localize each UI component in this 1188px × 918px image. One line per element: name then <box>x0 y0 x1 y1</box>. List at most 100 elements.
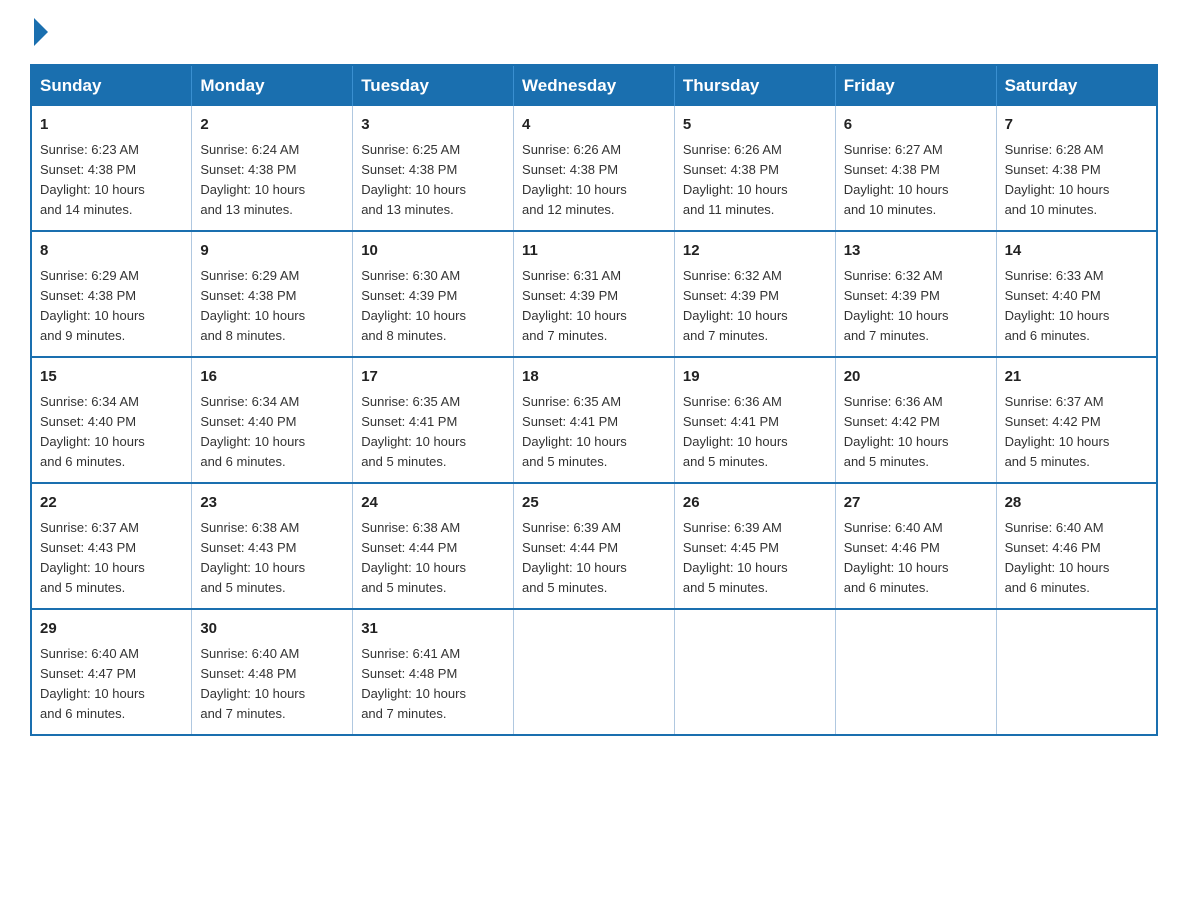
calendar-body: 1 Sunrise: 6:23 AMSunset: 4:38 PMDayligh… <box>31 106 1157 735</box>
day-number: 16 <box>200 366 344 389</box>
day-info: Sunrise: 6:23 AMSunset: 4:38 PMDaylight:… <box>40 142 145 217</box>
day-info: Sunrise: 6:38 AMSunset: 4:44 PMDaylight:… <box>361 520 466 595</box>
day-header-friday: Friday <box>835 65 996 106</box>
calendar-cell: 19 Sunrise: 6:36 AMSunset: 4:41 PMDaylig… <box>674 357 835 483</box>
calendar-cell: 23 Sunrise: 6:38 AMSunset: 4:43 PMDaylig… <box>192 483 353 609</box>
day-header-thursday: Thursday <box>674 65 835 106</box>
day-info: Sunrise: 6:30 AMSunset: 4:39 PMDaylight:… <box>361 268 466 343</box>
day-number: 13 <box>844 240 988 263</box>
day-number: 29 <box>40 618 183 641</box>
day-number: 10 <box>361 240 505 263</box>
day-info: Sunrise: 6:39 AMSunset: 4:44 PMDaylight:… <box>522 520 627 595</box>
calendar-cell <box>674 609 835 735</box>
day-info: Sunrise: 6:34 AMSunset: 4:40 PMDaylight:… <box>200 394 305 469</box>
day-info: Sunrise: 6:36 AMSunset: 4:42 PMDaylight:… <box>844 394 949 469</box>
calendar-cell: 5 Sunrise: 6:26 AMSunset: 4:38 PMDayligh… <box>674 106 835 231</box>
calendar-cell: 27 Sunrise: 6:40 AMSunset: 4:46 PMDaylig… <box>835 483 996 609</box>
calendar-cell: 10 Sunrise: 6:30 AMSunset: 4:39 PMDaylig… <box>353 231 514 357</box>
calendar-cell: 11 Sunrise: 6:31 AMSunset: 4:39 PMDaylig… <box>514 231 675 357</box>
calendar-cell <box>835 609 996 735</box>
day-info: Sunrise: 6:29 AMSunset: 4:38 PMDaylight:… <box>200 268 305 343</box>
day-number: 27 <box>844 492 988 515</box>
page-header <box>30 20 1158 46</box>
day-number: 11 <box>522 240 666 263</box>
day-number: 6 <box>844 114 988 137</box>
day-number: 26 <box>683 492 827 515</box>
calendar-table: SundayMondayTuesdayWednesdayThursdayFrid… <box>30 64 1158 736</box>
day-number: 14 <box>1005 240 1148 263</box>
calendar-cell: 4 Sunrise: 6:26 AMSunset: 4:38 PMDayligh… <box>514 106 675 231</box>
day-number: 4 <box>522 114 666 137</box>
day-info: Sunrise: 6:34 AMSunset: 4:40 PMDaylight:… <box>40 394 145 469</box>
day-number: 23 <box>200 492 344 515</box>
day-header-tuesday: Tuesday <box>353 65 514 106</box>
calendar-cell: 21 Sunrise: 6:37 AMSunset: 4:42 PMDaylig… <box>996 357 1157 483</box>
calendar-header: SundayMondayTuesdayWednesdayThursdayFrid… <box>31 65 1157 106</box>
calendar-cell: 12 Sunrise: 6:32 AMSunset: 4:39 PMDaylig… <box>674 231 835 357</box>
day-info: Sunrise: 6:29 AMSunset: 4:38 PMDaylight:… <box>40 268 145 343</box>
day-info: Sunrise: 6:32 AMSunset: 4:39 PMDaylight:… <box>683 268 788 343</box>
calendar-cell: 24 Sunrise: 6:38 AMSunset: 4:44 PMDaylig… <box>353 483 514 609</box>
day-info: Sunrise: 6:28 AMSunset: 4:38 PMDaylight:… <box>1005 142 1110 217</box>
day-number: 19 <box>683 366 827 389</box>
logo-triangle-icon <box>34 18 48 46</box>
day-info: Sunrise: 6:41 AMSunset: 4:48 PMDaylight:… <box>361 646 466 721</box>
day-info: Sunrise: 6:31 AMSunset: 4:39 PMDaylight:… <box>522 268 627 343</box>
day-info: Sunrise: 6:24 AMSunset: 4:38 PMDaylight:… <box>200 142 305 217</box>
day-number: 22 <box>40 492 183 515</box>
calendar-cell: 17 Sunrise: 6:35 AMSunset: 4:41 PMDaylig… <box>353 357 514 483</box>
day-header-wednesday: Wednesday <box>514 65 675 106</box>
calendar-cell: 13 Sunrise: 6:32 AMSunset: 4:39 PMDaylig… <box>835 231 996 357</box>
calendar-cell: 3 Sunrise: 6:25 AMSunset: 4:38 PMDayligh… <box>353 106 514 231</box>
calendar-cell: 28 Sunrise: 6:40 AMSunset: 4:46 PMDaylig… <box>996 483 1157 609</box>
day-info: Sunrise: 6:33 AMSunset: 4:40 PMDaylight:… <box>1005 268 1110 343</box>
calendar-cell: 29 Sunrise: 6:40 AMSunset: 4:47 PMDaylig… <box>31 609 192 735</box>
calendar-cell: 31 Sunrise: 6:41 AMSunset: 4:48 PMDaylig… <box>353 609 514 735</box>
day-info: Sunrise: 6:32 AMSunset: 4:39 PMDaylight:… <box>844 268 949 343</box>
calendar-cell <box>514 609 675 735</box>
day-info: Sunrise: 6:40 AMSunset: 4:47 PMDaylight:… <box>40 646 145 721</box>
calendar-cell: 14 Sunrise: 6:33 AMSunset: 4:40 PMDaylig… <box>996 231 1157 357</box>
calendar-cell <box>996 609 1157 735</box>
day-number: 30 <box>200 618 344 641</box>
logo-top <box>30 20 48 46</box>
day-number: 21 <box>1005 366 1148 389</box>
day-number: 15 <box>40 366 183 389</box>
day-info: Sunrise: 6:40 AMSunset: 4:46 PMDaylight:… <box>1005 520 1110 595</box>
day-number: 9 <box>200 240 344 263</box>
day-info: Sunrise: 6:40 AMSunset: 4:46 PMDaylight:… <box>844 520 949 595</box>
logo <box>30 20 48 46</box>
day-number: 31 <box>361 618 505 641</box>
day-number: 25 <box>522 492 666 515</box>
day-number: 24 <box>361 492 505 515</box>
day-number: 7 <box>1005 114 1148 137</box>
day-header-saturday: Saturday <box>996 65 1157 106</box>
calendar-cell: 20 Sunrise: 6:36 AMSunset: 4:42 PMDaylig… <box>835 357 996 483</box>
day-header-sunday: Sunday <box>31 65 192 106</box>
calendar-cell: 25 Sunrise: 6:39 AMSunset: 4:44 PMDaylig… <box>514 483 675 609</box>
calendar-week-4: 22 Sunrise: 6:37 AMSunset: 4:43 PMDaylig… <box>31 483 1157 609</box>
calendar-cell: 9 Sunrise: 6:29 AMSunset: 4:38 PMDayligh… <box>192 231 353 357</box>
day-info: Sunrise: 6:35 AMSunset: 4:41 PMDaylight:… <box>522 394 627 469</box>
day-number: 28 <box>1005 492 1148 515</box>
day-info: Sunrise: 6:38 AMSunset: 4:43 PMDaylight:… <box>200 520 305 595</box>
day-number: 1 <box>40 114 183 137</box>
calendar-cell: 16 Sunrise: 6:34 AMSunset: 4:40 PMDaylig… <box>192 357 353 483</box>
day-info: Sunrise: 6:36 AMSunset: 4:41 PMDaylight:… <box>683 394 788 469</box>
day-info: Sunrise: 6:37 AMSunset: 4:42 PMDaylight:… <box>1005 394 1110 469</box>
day-header-row: SundayMondayTuesdayWednesdayThursdayFrid… <box>31 65 1157 106</box>
calendar-cell: 8 Sunrise: 6:29 AMSunset: 4:38 PMDayligh… <box>31 231 192 357</box>
day-number: 12 <box>683 240 827 263</box>
calendar-cell: 1 Sunrise: 6:23 AMSunset: 4:38 PMDayligh… <box>31 106 192 231</box>
calendar-cell: 15 Sunrise: 6:34 AMSunset: 4:40 PMDaylig… <box>31 357 192 483</box>
day-info: Sunrise: 6:37 AMSunset: 4:43 PMDaylight:… <box>40 520 145 595</box>
day-info: Sunrise: 6:26 AMSunset: 4:38 PMDaylight:… <box>683 142 788 217</box>
calendar-cell: 22 Sunrise: 6:37 AMSunset: 4:43 PMDaylig… <box>31 483 192 609</box>
day-info: Sunrise: 6:27 AMSunset: 4:38 PMDaylight:… <box>844 142 949 217</box>
calendar-week-5: 29 Sunrise: 6:40 AMSunset: 4:47 PMDaylig… <box>31 609 1157 735</box>
calendar-week-3: 15 Sunrise: 6:34 AMSunset: 4:40 PMDaylig… <box>31 357 1157 483</box>
calendar-cell: 7 Sunrise: 6:28 AMSunset: 4:38 PMDayligh… <box>996 106 1157 231</box>
calendar-week-2: 8 Sunrise: 6:29 AMSunset: 4:38 PMDayligh… <box>31 231 1157 357</box>
day-info: Sunrise: 6:26 AMSunset: 4:38 PMDaylight:… <box>522 142 627 217</box>
day-info: Sunrise: 6:40 AMSunset: 4:48 PMDaylight:… <box>200 646 305 721</box>
